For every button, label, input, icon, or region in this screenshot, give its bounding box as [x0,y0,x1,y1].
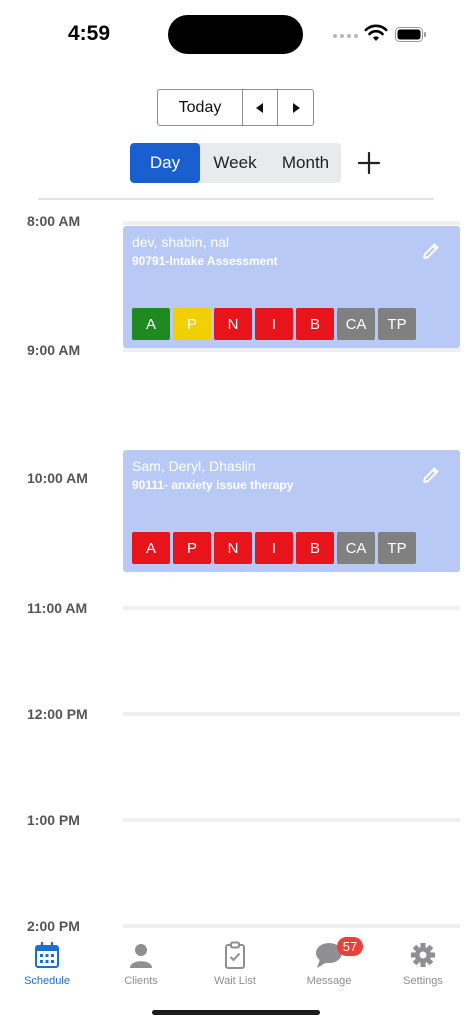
status-time: 4:59 [68,22,111,45]
clipboard-icon [225,941,245,969]
hour-line [123,818,460,822]
hour-label: 10:00 AM [27,470,88,486]
appointment-card[interactable]: dev, shabin, nal 90791-Intake Assessment… [123,226,460,348]
tab-wait-list[interactable]: Wait List [190,937,280,993]
tab-settings[interactable]: Settings [378,937,468,993]
status-chip[interactable]: CA [337,308,375,340]
hour-label: 2:00 PM [27,918,80,934]
status-chip[interactable]: I [255,532,293,564]
triangle-right-icon [292,102,300,113]
appointment-service: 90111- anxiety issue therapy [132,478,294,492]
previous-day-button[interactable] [243,90,278,125]
next-day-button[interactable] [278,90,313,125]
pencil-icon[interactable] [422,242,440,260]
hour-line [123,348,460,352]
today-button[interactable]: Today [158,90,243,125]
tab-label: Clients [124,975,158,987]
status-chip[interactable]: N [214,532,252,564]
status-chip[interactable]: A [132,532,170,564]
status-chip[interactable]: B [296,532,334,564]
tab-clients[interactable]: Clients [96,937,186,993]
appointment-service: 90791-Intake Assessment [132,254,278,268]
status-chip[interactable]: N [214,308,252,340]
status-chips: A P N I B CA TP [132,532,416,564]
status-chip[interactable]: P [173,532,211,564]
hour-line [123,924,460,928]
hour-line [123,606,460,610]
battery-icon [395,27,426,42]
cellular-signal-icon [333,34,358,38]
tab-label: Message [306,975,352,987]
view-mode-selector: Day Week Month [130,143,341,183]
status-chip[interactable]: CA [337,532,375,564]
tab-day[interactable]: Day [130,143,200,183]
status-chip[interactable]: B [296,308,334,340]
hour-label: 12:00 PM [27,706,88,722]
hour-line [123,712,460,716]
pencil-icon[interactable] [422,466,440,484]
status-chip[interactable]: TP [378,308,416,340]
status-bar: 4:59 [0,0,471,70]
calendar-icon [35,941,59,968]
tab-message[interactable]: 57 Message [284,937,374,993]
hour-line [123,221,460,225]
tab-week[interactable]: Week [200,143,270,183]
unread-count-badge: 57 [337,937,363,956]
tab-month[interactable]: Month [270,143,341,183]
tab-label: Settings [403,975,443,987]
hour-label: 8:00 AM [27,213,81,229]
home-indicator [152,1010,320,1015]
triangle-left-icon [256,102,263,113]
status-chips: A P N I B CA TP [132,308,416,340]
appointment-card[interactable]: Sam, Deryl, Dhaslin 90111- anxiety issue… [123,450,460,572]
status-chip[interactable]: A [132,308,170,340]
tab-schedule[interactable]: Schedule [2,937,92,993]
status-chip[interactable]: I [255,308,293,340]
date-navigation: Today [157,89,314,126]
hour-label: 11:00 AM [27,600,88,616]
divider [38,198,434,200]
appointment-clients: dev, shabin, nal [132,234,230,250]
add-appointment-button[interactable] [357,151,381,175]
appointment-clients: Sam, Deryl, Dhaslin [132,458,256,474]
dynamic-island [168,15,303,54]
hour-label: 9:00 AM [27,342,81,358]
gear-icon [411,943,435,967]
status-chip[interactable]: TP [378,532,416,564]
hour-label: 1:00 PM [27,812,80,828]
tab-label: Schedule [24,975,70,987]
status-chip[interactable]: P [173,308,211,340]
wifi-icon [364,24,388,41]
tab-label: Wait List [214,975,256,987]
person-icon [130,944,152,968]
